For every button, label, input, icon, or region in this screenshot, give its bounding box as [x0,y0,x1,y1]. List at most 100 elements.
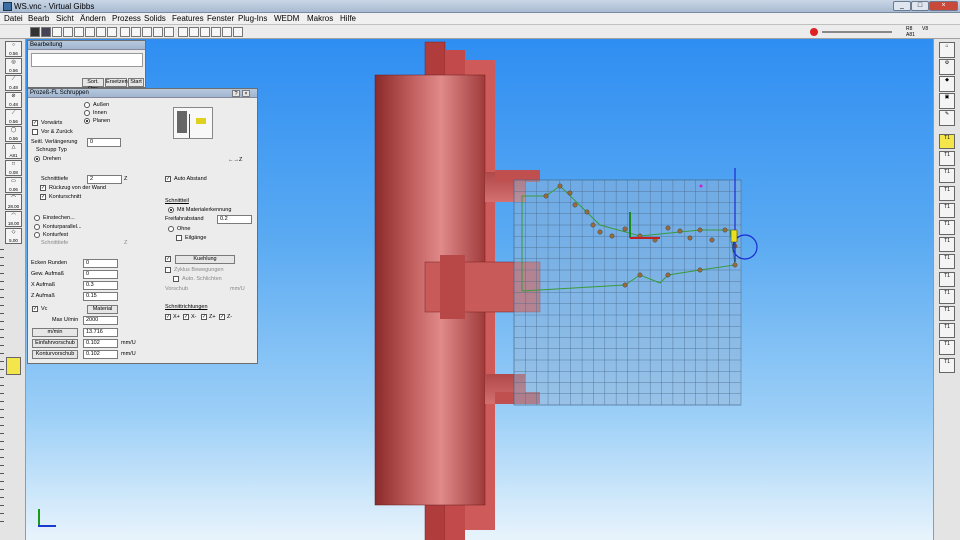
ruckzug-checkbox[interactable]: ✓ [40,185,46,191]
konturfest-radio[interactable] [34,232,40,238]
tool-tab-13[interactable]: T1 [939,340,955,356]
kuehlung-button[interactable]: Kuehlung [175,255,235,264]
sort-ops-button[interactable]: Sort. Ops [82,78,104,92]
minimize-button[interactable]: _ [893,1,911,11]
tool-button-5[interactable] [164,27,174,37]
geometry-tool-6[interactable]: ◯ 0.56 [5,126,22,142]
tool-list-button[interactable] [6,357,21,375]
tool-tab-5[interactable]: T1 [939,202,955,218]
maximize-button[interactable]: □ [911,1,929,11]
eilgange-checkbox[interactable] [176,235,182,241]
operation-list[interactable] [31,53,143,67]
tool-button-1[interactable] [120,27,130,37]
geometry-tool-1[interactable]: ○ 0.56 [5,41,22,57]
right-tool-2[interactable]: ⚙ [939,59,955,75]
dir-xplus-checkbox[interactable]: ✓ [165,314,171,320]
auto-abstand-checkbox[interactable]: ✓ [165,176,171,182]
schnitttiefe-input[interactable]: 2 [87,175,122,184]
view-button-7[interactable] [96,27,106,37]
einstechen-radio[interactable] [34,215,40,221]
dialog-close-button[interactable]: × [242,90,250,97]
dialog-help-button[interactable]: ? [232,90,240,97]
einfahrvorschub-input[interactable]: 0.102 [83,339,118,348]
view-button-4[interactable] [63,27,73,37]
view-button-1[interactable] [30,27,40,37]
einfahrvorschub-button[interactable]: Einfahrvorschub [32,339,78,348]
right-tool-1[interactable]: ⌂ [939,42,955,58]
tool-button-6[interactable] [178,27,188,37]
right-tool-3[interactable]: ◆ [939,76,955,92]
gew-aufmass-input[interactable]: 0 [83,270,118,279]
aussen-radio[interactable] [84,102,90,108]
tool-button-10[interactable] [222,27,232,37]
freifahrabstand-input[interactable]: 0.2 [217,215,252,224]
tool-tab-14[interactable]: T1 [939,357,955,373]
menu-andern[interactable]: Ändern [80,14,106,23]
tool-tab-6[interactable]: T1 [939,220,955,235]
menu-solids[interactable]: Solids [144,14,166,23]
seitl-verlangerung-input[interactable]: 0 [87,138,121,147]
right-tool-4[interactable]: ▣ [939,93,955,109]
close-button[interactable]: × [929,1,958,11]
dir-zplus-checkbox[interactable]: ✓ [201,314,207,320]
start-button[interactable]: Start [128,78,144,87]
geometry-tool-3[interactable]: ⟋ 0.48 [5,75,22,91]
tool-tab-4[interactable]: T1 [939,185,955,201]
view-button-3[interactable] [52,27,62,37]
tool-button-4[interactable] [153,27,163,37]
tool-tab-10[interactable]: T1 [939,288,955,304]
tool-button-7[interactable] [189,27,199,37]
dir-zminus-checkbox[interactable]: ✓ [219,314,225,320]
menu-prozess[interactable]: Prozess [112,14,141,23]
menu-wedm[interactable]: WEDM [274,14,299,23]
geometry-tool-8[interactable]: □ 0.08 [5,160,22,176]
menu-fenster[interactable]: Fenster [207,14,234,23]
view-button-6[interactable] [85,27,95,37]
geometry-tool-10[interactable]: ⌒ 28.00 [5,194,22,210]
view-button-5[interactable] [74,27,84,37]
ecken-runden-input[interactable]: 0 [83,259,118,268]
menu-sicht[interactable]: Sicht [56,14,74,23]
tool-tab-2[interactable]: T1 [939,151,955,167]
ersetzen-button[interactable]: Ersetzen [105,78,128,87]
geometry-tool-2[interactable]: ◎ 0.56 [5,58,22,74]
menu-hilfe[interactable]: Hilfe [340,14,356,23]
tool-tab-11[interactable]: T1 [939,306,955,321]
innen-radio[interactable] [84,110,90,116]
tool-tab-12[interactable]: T1 [939,323,955,339]
x-aufmass-input[interactable]: 0.3 [83,281,118,290]
tool-tab-1[interactable]: T1 [939,134,955,149]
stop-icon[interactable] [810,28,818,36]
geometry-tool-4[interactable]: ⊘ 0.48 [5,92,22,108]
konturvorschub-button[interactable]: Konturvorschub [32,350,78,359]
geometry-tool-12[interactable]: ◇ 5.00 [5,228,22,244]
planen-radio[interactable] [84,118,90,124]
geometry-tool-11[interactable]: ◠ 18.00 [5,211,22,227]
menu-datei[interactable]: Datei [4,14,23,23]
geometry-tool-7[interactable]: △ A81 [5,143,22,159]
menu-makros[interactable]: Makros [307,14,333,23]
menu-plugins[interactable]: Plug-Ins [238,14,267,23]
tool-tab-3[interactable]: T1 [939,168,955,184]
tool-tab-7[interactable]: T1 [939,237,955,253]
tool-button-3[interactable] [142,27,152,37]
mit-material-radio[interactable] [168,207,174,213]
vc-checkbox[interactable]: ✓ [32,306,38,312]
menu-bearb[interactable]: Bearb [28,14,49,23]
geometry-tool-5[interactable]: ⟋ 0.56 [5,109,22,125]
auto-schlichten-checkbox[interactable] [173,276,179,282]
tool-button-9[interactable] [211,27,221,37]
zyklus-checkbox[interactable] [165,267,171,273]
view-button-8[interactable] [107,27,117,37]
dir-xminus-checkbox[interactable]: ✓ [183,314,189,320]
vor-zuruck-checkbox[interactable] [32,129,38,135]
z-aufmass-input[interactable]: 0.15 [83,292,118,301]
tool-tab-8[interactable]: T1 [939,254,955,270]
konturparallel-radio[interactable] [34,224,40,230]
right-tool-5[interactable]: ✎ [939,110,955,126]
view-button-2[interactable] [41,27,51,37]
geometry-tool-9[interactable]: ▭ 0.06 [5,177,22,193]
kuehlung-checkbox[interactable]: ✓ [165,256,171,262]
tool-button-8[interactable] [200,27,210,37]
drehen-radio[interactable] [34,156,40,162]
